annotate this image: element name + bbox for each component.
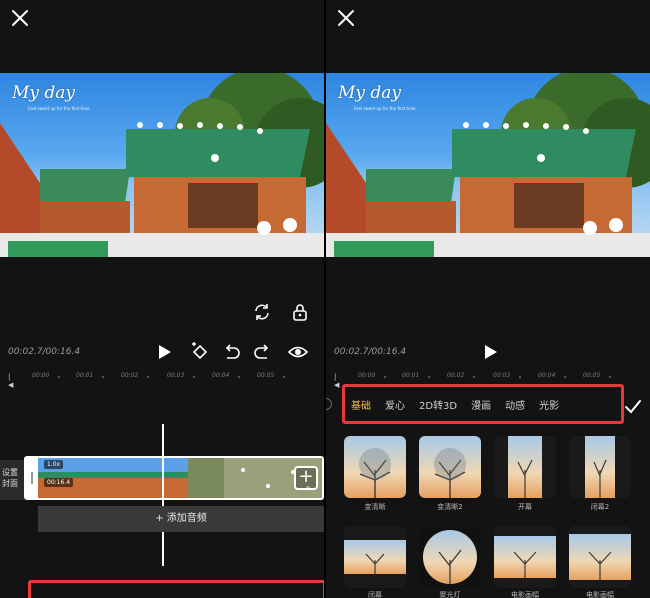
highlight-box <box>28 580 324 598</box>
tab-dynamic[interactable]: 动感 <box>505 397 525 412</box>
ruler-label: 00:02 <box>121 372 139 379</box>
video-preview: My day Feel sweet up for the first time <box>326 73 650 257</box>
ruler-label: 00:05 <box>583 372 601 379</box>
ruler-label: 00:00 <box>358 372 376 379</box>
ruler-label: 00:04 <box>538 372 556 379</box>
preview-subtitle: Feel sweet up for the first time <box>354 106 416 111</box>
clip-speed-badge: 1.0x <box>44 460 64 469</box>
close-icon[interactable] <box>336 8 356 28</box>
ruler-start-icon: |◀ <box>8 373 14 389</box>
filter-category-tabs: 基础 爱心 2D转3D 漫画 动感 光影 <box>342 384 624 424</box>
effect-thumb[interactable] <box>494 526 556 588</box>
effect-label: 闭幕2 <box>590 503 610 511</box>
timeline-ruler[interactable]: |◀ 00:00 00:01 00:02 00:03 00:04 00:05 <box>326 372 650 389</box>
clip-trim-handle[interactable] <box>26 458 38 498</box>
ruler-label: 00:03 <box>493 372 511 379</box>
effect-label: 变清晰2 <box>437 503 463 511</box>
confirm-check-icon[interactable] <box>624 398 642 416</box>
redo-icon[interactable] <box>252 342 272 362</box>
ruler-label: 00:03 <box>167 372 185 379</box>
tab-light[interactable]: 光影 <box>539 397 559 412</box>
effect-label: 电影画幅 <box>511 591 539 598</box>
timeline-ruler[interactable]: |◀ 00:00 00:01 00:02 00:03 00:04 00:05 <box>0 372 324 389</box>
ruler-label: 00:00 <box>32 372 50 379</box>
effect-label: 闭幕 <box>368 591 382 598</box>
preview-subtitle: Feel sweet up for the first time <box>28 106 90 111</box>
keyframe-icon[interactable] <box>190 342 210 362</box>
effect-thumb[interactable] <box>344 436 406 498</box>
ruler-label: 00:02 <box>447 372 465 379</box>
effect-label: 开幕 <box>518 503 532 511</box>
tab-love[interactable]: 爱心 <box>385 397 405 412</box>
timecode: 00:02.7/00:16.4 <box>8 347 81 357</box>
play-icon[interactable] <box>480 342 500 362</box>
ruler-start-icon: |◀ <box>334 373 340 389</box>
set-cover-button[interactable]: 设置封面 <box>0 460 24 500</box>
add-audio-button[interactable]: + 添加音频 <box>38 506 324 532</box>
effect-thumb[interactable] <box>569 436 631 498</box>
add-clip-button[interactable]: + <box>294 466 318 490</box>
timecode: 00:02.7/00:16.4 <box>334 347 407 357</box>
ruler-label: 00:01 <box>402 372 420 379</box>
tab-comic[interactable]: 漫画 <box>471 397 491 412</box>
close-icon[interactable] <box>10 8 30 28</box>
editor-panel-left: My day Feel sweet up for the first time … <box>0 0 324 598</box>
eye-icon[interactable] <box>287 342 309 362</box>
effect-thumb[interactable] <box>494 436 556 498</box>
effect-thumb[interactable] <box>344 526 406 588</box>
tab-2d-to-3d[interactable]: 2D转3D <box>419 397 457 412</box>
effect-label: 变清晰 <box>364 503 386 511</box>
play-icon[interactable] <box>154 342 174 362</box>
effect-thumb[interactable] <box>419 436 481 498</box>
effect-label: 电影画幅 <box>586 591 614 598</box>
video-preview: My day Feel sweet up for the first time <box>0 73 324 257</box>
preview-title: My day <box>338 83 402 103</box>
effect-thumb[interactable] <box>419 526 481 588</box>
preview-title: My day <box>12 83 76 103</box>
undo-icon[interactable] <box>222 342 242 362</box>
clip-frames <box>38 458 322 498</box>
effect-label: 聚光灯 <box>439 591 461 598</box>
effect-thumb[interactable] <box>569 526 631 588</box>
rotate-icon[interactable] <box>252 302 272 322</box>
lock-icon[interactable] <box>290 302 310 322</box>
tab-basic[interactable]: 基础 <box>351 397 371 412</box>
playhead[interactable] <box>162 424 164 566</box>
clip-duration: 00:16.4 <box>44 478 74 487</box>
ruler-label: 00:05 <box>257 372 275 379</box>
collapse-icon[interactable] <box>326 398 332 410</box>
ruler-label: 00:01 <box>76 372 94 379</box>
editor-panel-right: My day Feel sweet up for the first time … <box>326 0 650 598</box>
video-clip-track[interactable]: 1.0x 00:16.4 <box>24 456 324 500</box>
ruler-label: 00:04 <box>212 372 230 379</box>
